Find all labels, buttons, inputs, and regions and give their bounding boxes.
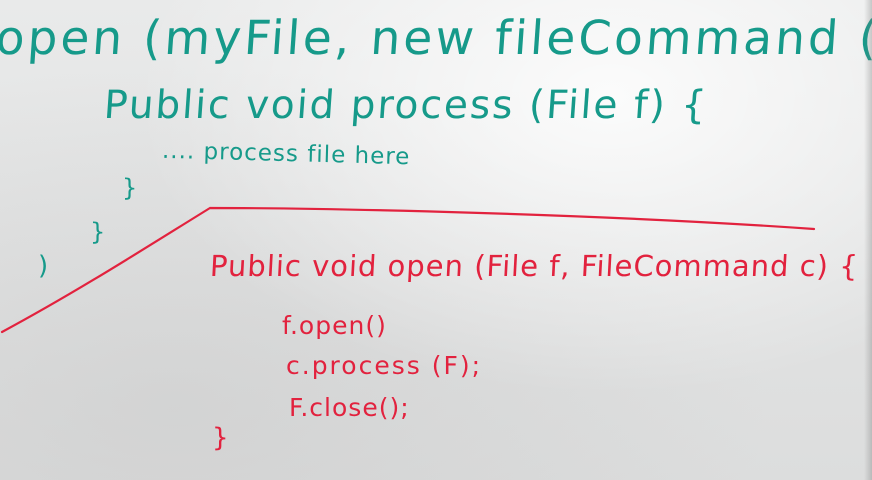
red-open-method-declaration: Public void open (File f, FileCommand c)…	[209, 249, 860, 283]
red-divider-line	[0, 206, 816, 334]
board-edge-shadow	[864, 0, 872, 480]
red-c-process-line: c.process (F);	[286, 351, 483, 380]
red-f-close-line: F.close();	[289, 393, 410, 422]
red-closing-brace: }	[212, 423, 229, 453]
red-f-open-line: f.open()	[282, 311, 387, 340]
whiteboard: open (myFile, new fileCommand () { Publi…	[0, 0, 872, 480]
